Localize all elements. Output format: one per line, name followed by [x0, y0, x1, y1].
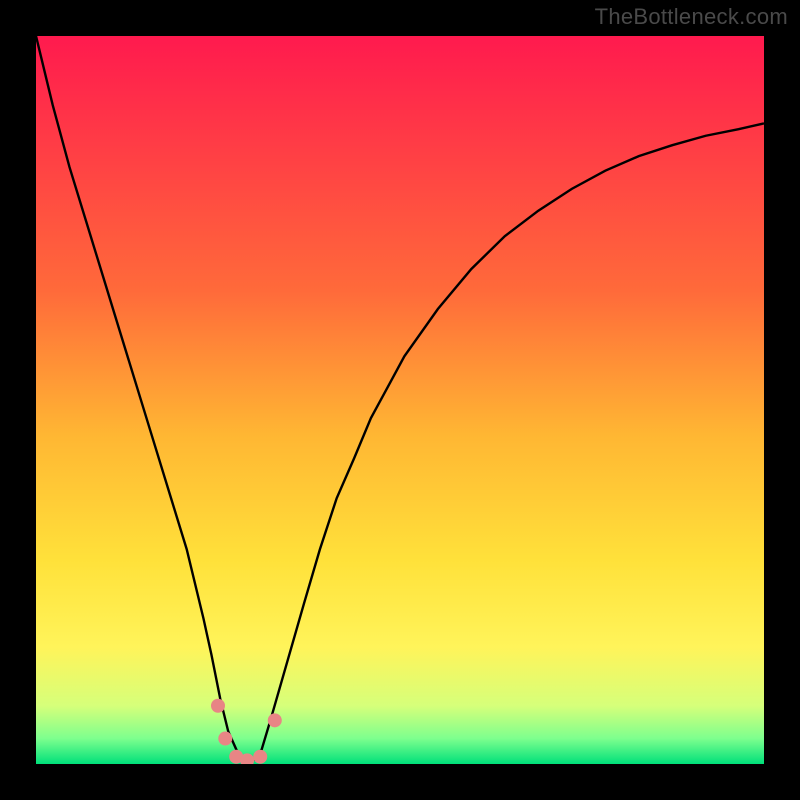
background-gradient: [36, 36, 764, 764]
marker-dot: [268, 713, 282, 727]
plot-area: [36, 36, 764, 764]
marker-dot: [253, 750, 267, 764]
watermark-text: TheBottleneck.com: [595, 4, 788, 30]
chart-svg: [36, 36, 764, 764]
chart-frame: TheBottleneck.com: [0, 0, 800, 800]
marker-dot: [218, 732, 232, 746]
marker-dot: [211, 699, 225, 713]
